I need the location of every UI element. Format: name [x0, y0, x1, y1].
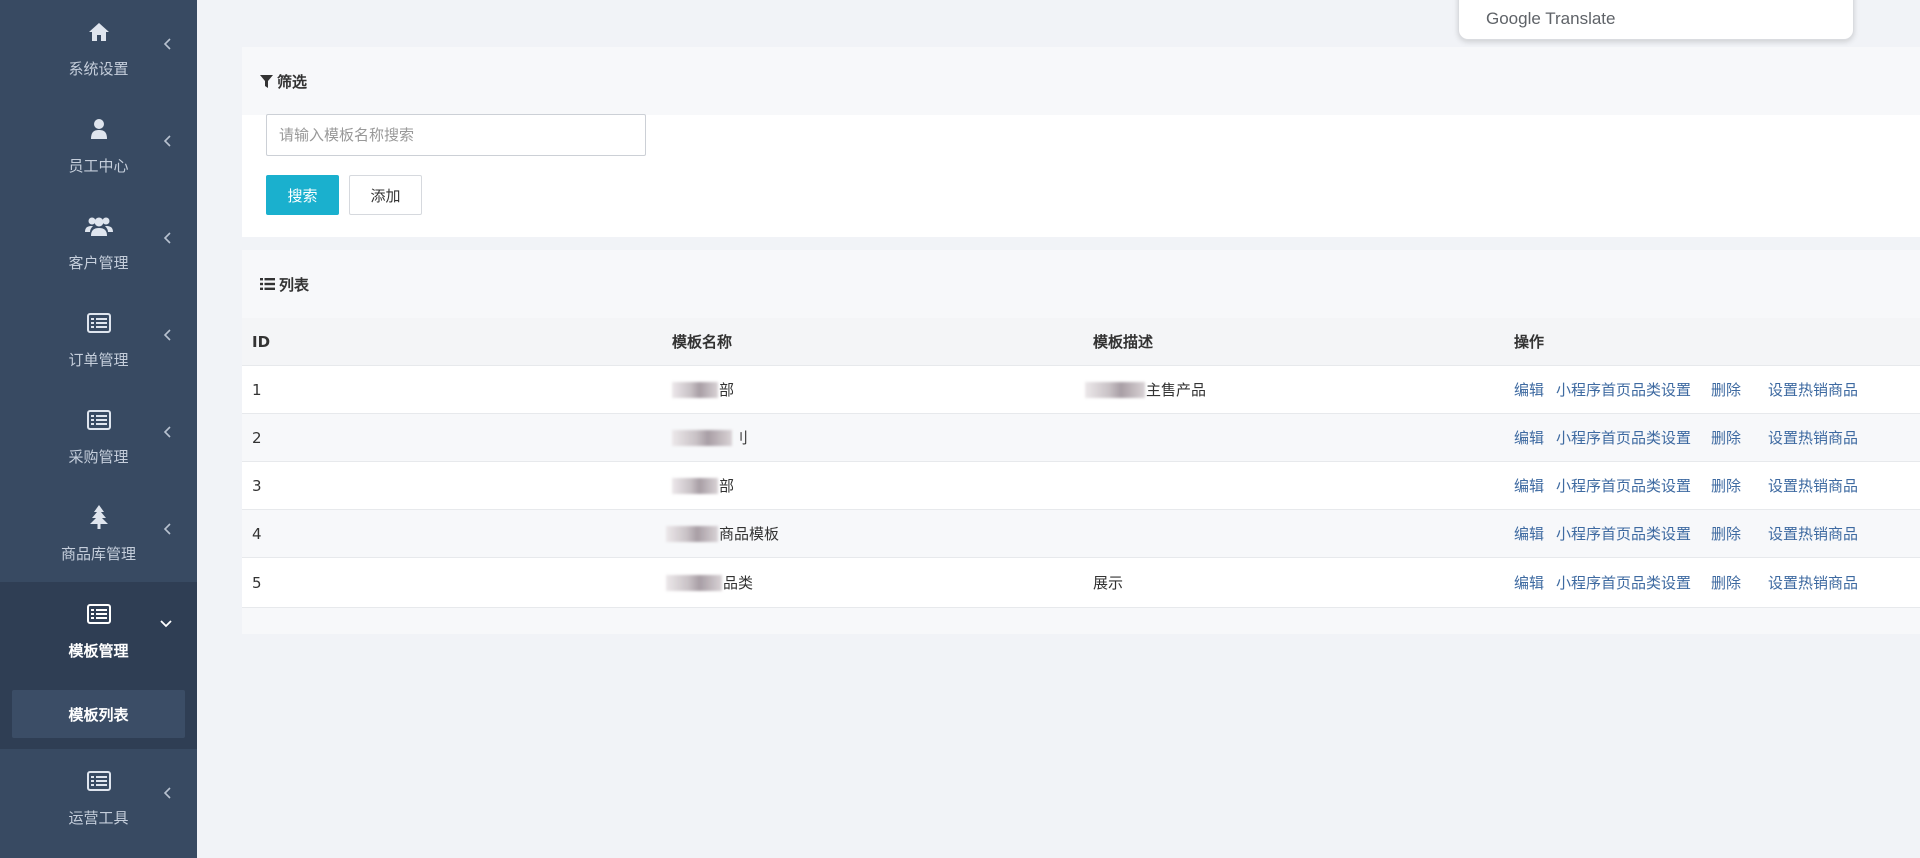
redacted-text: [672, 429, 732, 446]
hot-products-link[interactable]: 设置热销商品: [1768, 427, 1858, 448]
home-category-link[interactable]: 小程序首页品类设置: [1556, 379, 1691, 400]
redacted-text: [1085, 381, 1145, 398]
row-name: 商品模板: [666, 510, 779, 557]
row-name: 品类: [666, 558, 753, 607]
row-actions: 编辑 小程序首页品类设置 删除 设置热销商品: [1514, 558, 1870, 607]
row-actions: 编辑 小程序首页品类设置 删除 设置热销商品: [1514, 366, 1870, 413]
sidebar-item-customer-management[interactable]: 客户管理: [0, 194, 197, 291]
sidebar-item-label: 运营工具: [68, 809, 129, 827]
delete-link[interactable]: 删除: [1711, 475, 1741, 496]
redacted-text: [672, 381, 718, 398]
sidebar-item-staff-center[interactable]: 员工中心: [0, 97, 197, 194]
google-translate-label: Google Translate: [1486, 9, 1615, 29]
home-category-link[interactable]: 小程序首页品类设置: [1556, 475, 1691, 496]
sidebar-item-label: 模板管理: [68, 642, 129, 660]
delete-link[interactable]: 删除: [1711, 379, 1741, 400]
column-header-id: ID: [252, 332, 271, 351]
hot-products-link[interactable]: 设置热销商品: [1768, 572, 1858, 593]
data-table: ID 模板名称 模板描述 操作 1 部 主售产品 编辑 小程序首页品类设置 删除…: [242, 0, 1920, 858]
edit-link[interactable]: 编辑: [1514, 572, 1544, 593]
table-footer: [242, 608, 1920, 634]
edit-link[interactable]: 编辑: [1514, 523, 1544, 544]
row-id: 2: [252, 428, 262, 447]
sidebar-item-label: 采购管理: [68, 448, 129, 466]
sidebar-subitem-label: 模板列表: [68, 705, 129, 724]
redacted-text: [666, 574, 722, 591]
redacted-text: [666, 525, 718, 542]
sidebar-subitem-template-list[interactable]: 模板列表: [12, 690, 185, 738]
column-header-desc: 模板描述: [1093, 333, 1154, 351]
row-id: 3: [252, 476, 262, 495]
chevron-left-icon: [161, 521, 173, 537]
row-name: 部: [672, 462, 734, 509]
row-actions: 编辑 小程序首页品类设置 删除 设置热销商品: [1514, 510, 1870, 557]
sidebar-item-label: 员工中心: [68, 157, 129, 175]
redacted-text: [672, 477, 718, 494]
sidebar-item-operations-tools[interactable]: 运营工具: [0, 749, 197, 846]
sidebar-item-order-management[interactable]: 订单管理: [0, 291, 197, 388]
sidebar-item-template-management[interactable]: 模板管理 模板列表: [0, 582, 197, 749]
hot-products-link[interactable]: 设置热销商品: [1768, 523, 1858, 544]
row-desc: 展示: [1093, 574, 1124, 592]
sidebar-item-system-settings[interactable]: 系统设置: [0, 0, 197, 97]
row-name: 刂: [672, 414, 748, 461]
table-header: ID 模板名称 模板描述 操作: [242, 318, 1920, 366]
column-header-name: 模板名称: [672, 333, 733, 351]
chevron-left-icon: [161, 36, 173, 52]
row-actions: 编辑 小程序首页品类设置 删除 设置热销商品: [1514, 414, 1870, 461]
row-name: 部: [672, 366, 734, 413]
edit-link[interactable]: 编辑: [1514, 475, 1544, 496]
row-id: 4: [252, 524, 262, 543]
row-desc: 主售产品: [1085, 366, 1206, 413]
hot-products-link[interactable]: 设置热销商品: [1768, 475, 1858, 496]
table-row: 2 刂 编辑 小程序首页品类设置 删除 设置热销商品: [242, 414, 1920, 462]
chevron-left-icon: [161, 785, 173, 801]
edit-link[interactable]: 编辑: [1514, 427, 1544, 448]
hot-products-link[interactable]: 设置热销商品: [1768, 379, 1858, 400]
home-category-link[interactable]: 小程序首页品类设置: [1556, 427, 1691, 448]
column-header-actions: 操作: [1514, 333, 1545, 351]
sidebar-item-label: 商品库管理: [60, 545, 136, 563]
table-row: 1 部 主售产品 编辑 小程序首页品类设置 删除 设置热销商品: [242, 366, 1920, 414]
sidebar-item-label: 客户管理: [68, 254, 129, 272]
sidebar: 系统设置 员工中心 客户管理 订单管理 采购管理 商品库管理 模板管理 模板列表…: [0, 0, 197, 858]
chevron-left-icon: [161, 133, 173, 149]
home-category-link[interactable]: 小程序首页品类设置: [1556, 572, 1691, 593]
row-id: 5: [252, 573, 262, 592]
table-row: 4 商品模板 编辑 小程序首页品类设置 删除 设置热销商品: [242, 510, 1920, 558]
delete-link[interactable]: 删除: [1711, 427, 1741, 448]
sidebar-item-purchase-management[interactable]: 采购管理: [0, 388, 197, 485]
sidebar-item-product-library[interactable]: 商品库管理: [0, 485, 197, 582]
row-actions: 编辑 小程序首页品类设置 删除 设置热销商品: [1514, 462, 1870, 509]
translate-product-name: Translate: [1545, 9, 1616, 28]
edit-link[interactable]: 编辑: [1514, 379, 1544, 400]
delete-link[interactable]: 删除: [1711, 572, 1741, 593]
sidebar-item-label: 系统设置: [68, 60, 129, 78]
chevron-left-icon: [161, 424, 173, 440]
delete-link[interactable]: 删除: [1711, 523, 1741, 544]
row-id: 1: [252, 380, 262, 399]
sidebar-item-label: 订单管理: [68, 351, 129, 369]
table-row: 5 品类 展示 编辑 小程序首页品类设置 删除 设置热销商品: [242, 558, 1920, 608]
chevron-down-icon: [159, 616, 173, 632]
chevron-left-icon: [161, 230, 173, 246]
google-translate-popup[interactable]: Google Translate: [1458, 0, 1854, 40]
table-row: 3 部 编辑 小程序首页品类设置 删除 设置热销商品: [242, 462, 1920, 510]
google-logo: Google: [1486, 9, 1541, 28]
chevron-left-icon: [161, 327, 173, 343]
home-category-link[interactable]: 小程序首页品类设置: [1556, 523, 1691, 544]
